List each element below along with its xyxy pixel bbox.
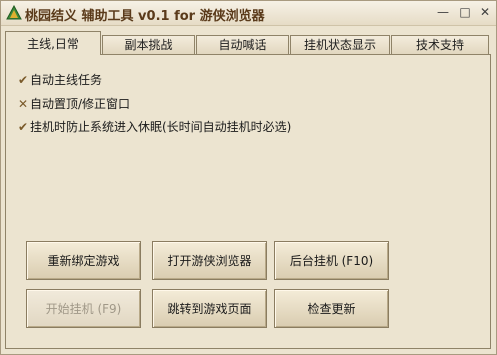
window-title: 桃园结义 辅助工具 v0.1 for 游侠浏览器 xyxy=(25,9,265,24)
tab-auto-shout[interactable]: 自动喊话 xyxy=(196,35,289,54)
check-icon: ✔ xyxy=(18,73,29,87)
open-browser-button[interactable]: 打开游侠浏览器 xyxy=(152,241,267,280)
option-label: 挂机时防止系统进入休眠(长时间自动挂机时必选) xyxy=(30,120,292,134)
check-update-button[interactable]: 检查更新 xyxy=(274,289,389,328)
check-icon: ✔ xyxy=(18,120,29,134)
close-button[interactable]: ✕ xyxy=(476,4,494,21)
title-bar[interactable]: 桃园结义 辅助工具 v0.1 for 游侠浏览器 — □ ✕ xyxy=(1,1,496,26)
tab-tech-support[interactable]: 技术支持 xyxy=(391,35,489,54)
start-hangup-button[interactable]: 开始挂机 (F9) xyxy=(26,289,141,328)
tab-panel-main-daily: ✔ 自动主线任务 ✕ 自动置顶/修正窗口 ✔ 挂机时防止系统进入休眠(长时间自动挂机时… xyxy=(5,54,491,349)
option-auto-main-quest[interactable]: ✔ 自动主线任务 xyxy=(18,72,102,88)
app-window: 桃园结义 辅助工具 v0.1 for 游侠浏览器 — □ ✕ 主线,日常 副本挑… xyxy=(0,0,497,355)
maximize-button[interactable]: □ xyxy=(456,4,474,21)
background-hangup-button[interactable]: 后台挂机 (F10) xyxy=(274,241,389,280)
tab-hangup-status[interactable]: 挂机状态显示 xyxy=(290,35,390,54)
minimize-button[interactable]: — xyxy=(434,4,452,21)
goto-game-page-button[interactable]: 跳转到游戏页面 xyxy=(152,289,267,328)
option-label: 自动置顶/修正窗口 xyxy=(30,97,131,111)
cross-icon: ✕ xyxy=(18,97,29,111)
option-auto-topmost-window[interactable]: ✕ 自动置顶/修正窗口 xyxy=(18,96,130,112)
option-label: 自动主线任务 xyxy=(30,73,103,87)
rebind-game-button[interactable]: 重新绑定游戏 xyxy=(26,241,141,280)
app-logo-icon xyxy=(6,4,22,21)
option-prevent-sleep[interactable]: ✔ 挂机时防止系统进入休眠(长时间自动挂机时必选) xyxy=(18,119,291,135)
tab-main-daily[interactable]: 主线,日常 xyxy=(5,31,101,55)
tab-dungeon-challenge[interactable]: 副本挑战 xyxy=(102,35,195,54)
tab-strip: 主线,日常 副本挑战 自动喊话 挂机状态显示 技术支持 xyxy=(1,31,496,55)
